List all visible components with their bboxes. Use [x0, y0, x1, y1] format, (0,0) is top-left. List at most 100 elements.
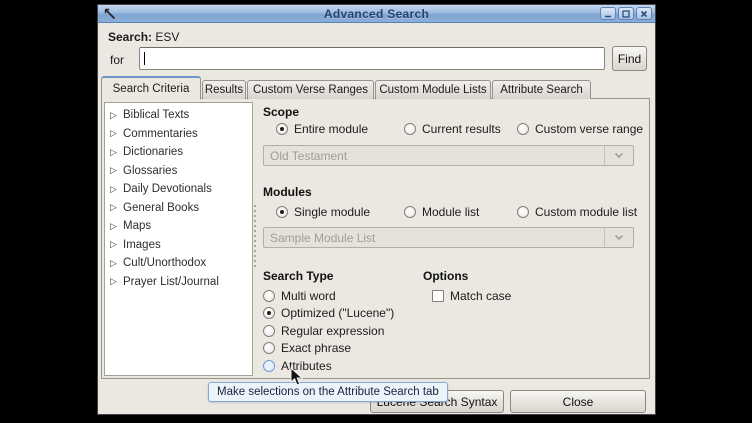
module-tree[interactable]: ▷Biblical Texts ▷Commentaries ▷Dictionar…	[104, 102, 253, 376]
radio-label: Module list	[422, 205, 479, 219]
radio-custom-verse-range[interactable]: Custom verse range	[517, 122, 643, 136]
checkbox-label: Match case	[450, 289, 511, 303]
radio-label: Exact phrase	[281, 341, 351, 355]
radio-exact-phrase[interactable]: Exact phrase	[263, 341, 351, 355]
tree-item-label: Dictionaries	[123, 146, 183, 158]
radio-optimized-lucene[interactable]: Optimized ("Lucene")	[263, 306, 394, 320]
radio-label: Single module	[294, 205, 370, 219]
desktop: Advanced Search Search: ESV for Find	[0, 0, 752, 423]
radio-icon[interactable]	[263, 307, 275, 319]
checkbox-icon[interactable]	[432, 290, 444, 302]
radio-label: Attributes	[281, 359, 332, 373]
radio-icon[interactable]	[276, 123, 288, 135]
mouse-cursor	[290, 367, 304, 387]
tree-item-dictionaries[interactable]: ▷Dictionaries	[105, 143, 252, 162]
expander-icon[interactable]: ▷	[110, 276, 123, 287]
maximize-icon	[622, 10, 630, 18]
expander-icon[interactable]: ▷	[110, 258, 123, 269]
expander-icon[interactable]: ▷	[110, 147, 123, 158]
tab-attribute-search[interactable]: Attribute Search	[492, 80, 591, 99]
search-input[interactable]	[139, 47, 605, 70]
scope-combo-value: Old Testament	[264, 146, 604, 165]
tree-item-cult-unorthodox[interactable]: ▷Cult/Unorthodox	[105, 254, 252, 273]
radio-label: Custom module list	[535, 205, 637, 219]
expander-icon[interactable]: ▷	[110, 221, 123, 232]
expander-icon[interactable]: ▷	[110, 110, 123, 121]
advanced-search-window: Advanced Search Search: ESV for Find	[97, 4, 656, 415]
expander-icon[interactable]: ▷	[110, 165, 123, 176]
radio-multi-word[interactable]: Multi word	[263, 289, 336, 303]
text-caret	[144, 52, 145, 65]
match-case-option[interactable]: Match case	[432, 289, 511, 303]
radio-icon[interactable]	[404, 123, 416, 135]
expander-icon[interactable]: ▷	[110, 128, 123, 139]
tree-item-glossaries[interactable]: ▷Glossaries	[105, 162, 252, 181]
close-icon	[640, 10, 648, 18]
radio-label: Multi word	[281, 289, 336, 303]
tree-item-label: General Books	[123, 202, 199, 214]
radio-icon[interactable]	[517, 123, 529, 135]
tab-results[interactable]: Results	[202, 80, 246, 99]
tree-item-label: Images	[123, 239, 161, 251]
tree-item-commentaries[interactable]: ▷Commentaries	[105, 125, 252, 144]
scope-combo: Old Testament	[263, 145, 634, 166]
tree-item-label: Glossaries	[123, 165, 177, 177]
radio-icon[interactable]	[404, 206, 416, 218]
tree-item-biblical-texts[interactable]: ▷Biblical Texts	[105, 106, 252, 125]
radio-icon[interactable]	[517, 206, 529, 218]
for-label: for	[110, 53, 124, 67]
radio-custom-module-list[interactable]: Custom module list	[517, 205, 637, 219]
radio-regular-expression[interactable]: Regular expression	[263, 324, 384, 338]
radio-current-results[interactable]: Current results	[404, 122, 501, 136]
expander-icon[interactable]: ▷	[110, 184, 123, 195]
tree-item-prayer-list-journal[interactable]: ▷Prayer List/Journal	[105, 273, 252, 292]
tooltip: Make selections on the Attribute Search …	[208, 382, 448, 402]
tree-item-maps[interactable]: ▷Maps	[105, 217, 252, 236]
radio-label: Optimized ("Lucene")	[281, 306, 394, 320]
options-title: Options	[423, 269, 468, 283]
close-button[interactable]	[636, 7, 652, 20]
radio-label: Entire module	[294, 122, 368, 136]
tree-item-general-books[interactable]: ▷General Books	[105, 199, 252, 218]
tree-item-label: Daily Devotionals	[123, 183, 212, 195]
minimize-button[interactable]	[600, 7, 616, 20]
tree-item-label: Prayer List/Journal	[123, 276, 219, 288]
expander-icon[interactable]: ▷	[110, 202, 123, 213]
modules-title: Modules	[263, 185, 312, 199]
pane-splitter-handle[interactable]	[254, 205, 256, 269]
radio-icon[interactable]	[263, 342, 275, 354]
search-module-line: Search: ESV	[108, 30, 179, 44]
radio-entire-module[interactable]: Entire module	[276, 122, 368, 136]
tree-item-label: Maps	[123, 220, 151, 232]
search-type-title: Search Type	[263, 269, 333, 283]
minimize-icon	[604, 10, 612, 18]
tree-item-label: Cult/Unorthodox	[123, 257, 206, 269]
radio-label: Current results	[422, 122, 501, 136]
radio-single-module[interactable]: Single module	[276, 205, 370, 219]
radio-icon[interactable]	[263, 325, 275, 337]
tab-search-criteria[interactable]: Search Criteria	[101, 76, 201, 99]
chevron-down-icon	[604, 146, 633, 165]
tree-item-images[interactable]: ▷Images	[105, 236, 252, 255]
expander-icon[interactable]: ▷	[110, 239, 123, 250]
modules-combo-value: Sample Module List	[264, 228, 604, 247]
radio-icon[interactable]	[263, 360, 275, 372]
maximize-button[interactable]	[618, 7, 634, 20]
tab-bar: Search Criteria Results Custom Verse Ran…	[101, 76, 592, 99]
tab-custom-verse-ranges[interactable]: Custom Verse Ranges	[247, 80, 374, 99]
tab-custom-module-lists[interactable]: Custom Module Lists	[375, 80, 491, 99]
find-button[interactable]: Find	[612, 46, 647, 71]
titlebar[interactable]: Advanced Search	[98, 5, 655, 23]
tree-item-daily-devotionals[interactable]: ▷Daily Devotionals	[105, 180, 252, 199]
tree-item-label: Biblical Texts	[123, 109, 189, 121]
radio-icon[interactable]	[276, 206, 288, 218]
search-module-value: ESV	[155, 30, 179, 44]
tree-item-label: Commentaries	[123, 128, 198, 140]
chevron-down-icon	[604, 228, 633, 247]
close-dialog-button[interactable]: Close	[510, 390, 646, 413]
window-controls	[600, 7, 652, 20]
radio-label: Regular expression	[281, 324, 384, 338]
modules-combo: Sample Module List	[263, 227, 634, 248]
radio-module-list[interactable]: Module list	[404, 205, 479, 219]
radio-icon[interactable]	[263, 290, 275, 302]
